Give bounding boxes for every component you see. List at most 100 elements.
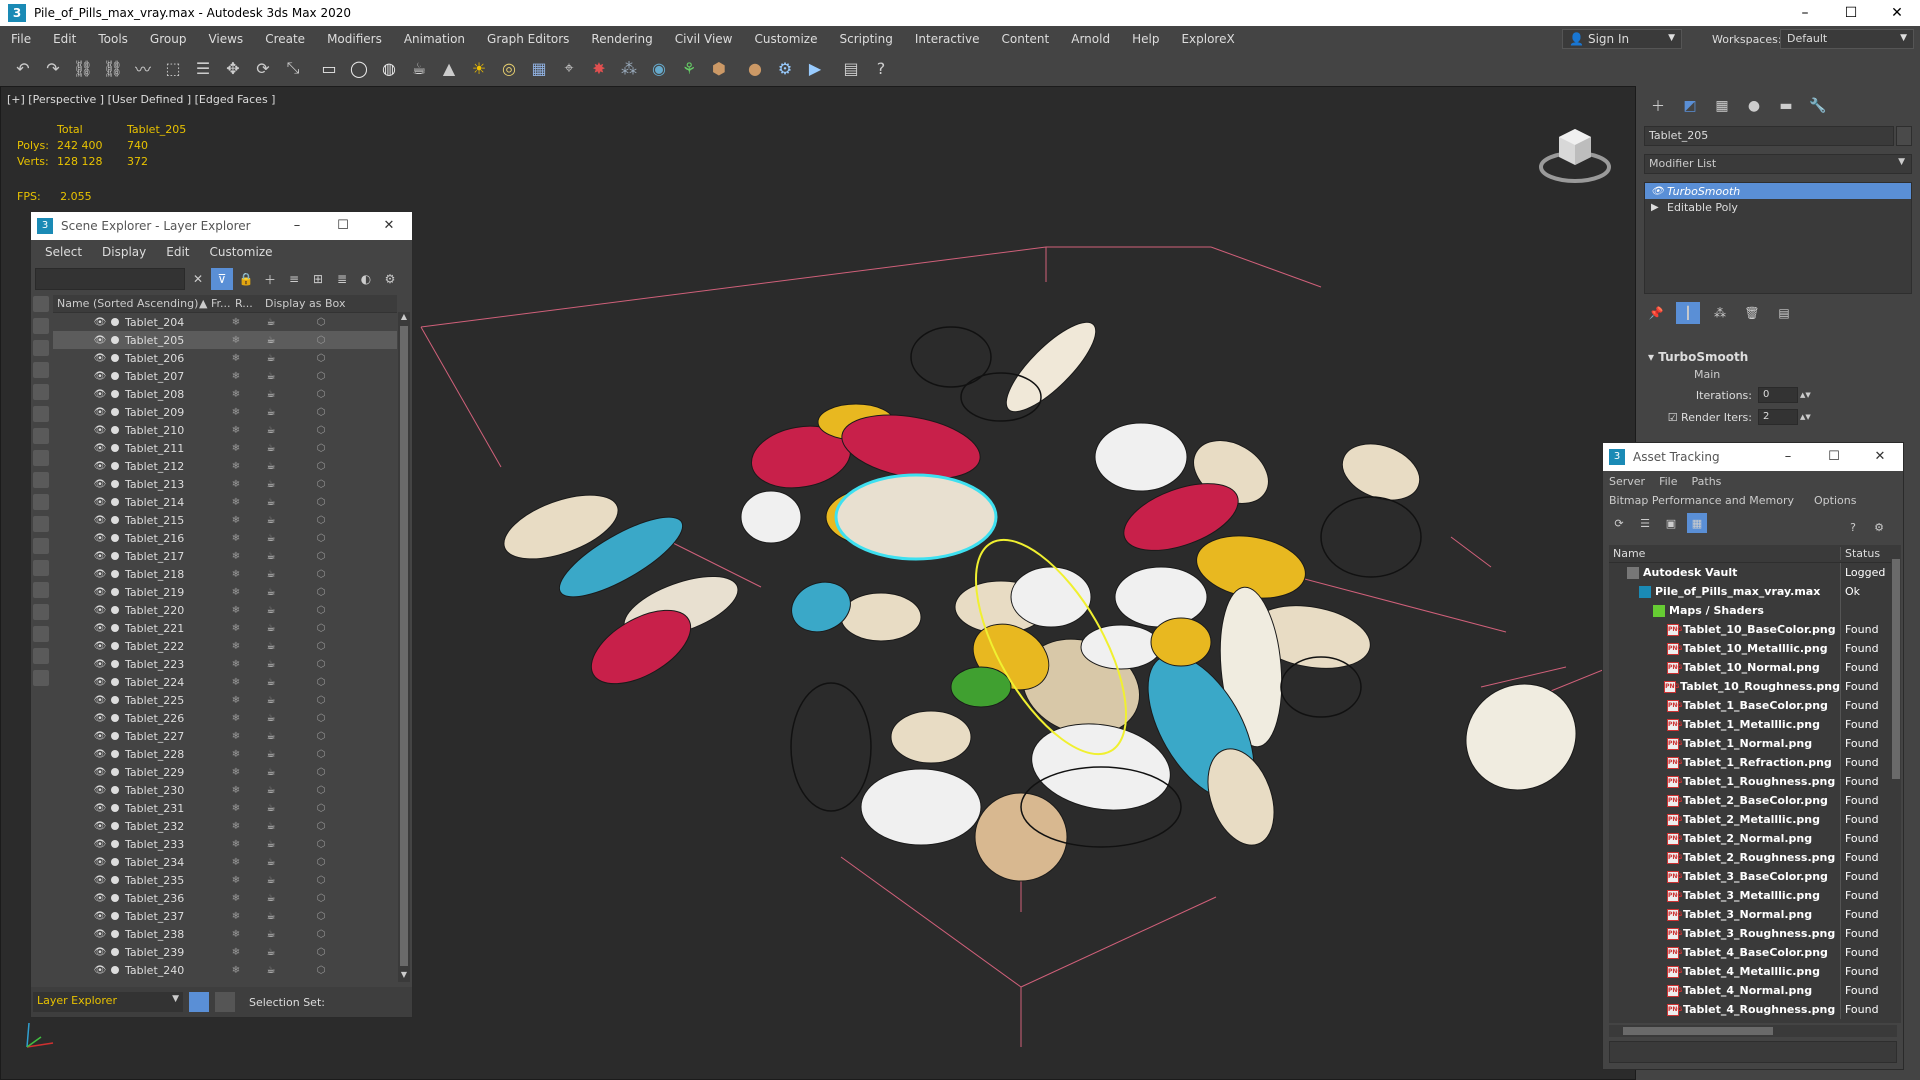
freeze-snowflake-icon[interactable]: ❄ <box>221 803 251 814</box>
sort-by-layer-icon[interactable] <box>189 992 209 1012</box>
menu-views[interactable]: Views <box>197 26 254 52</box>
visibility-eye-icon[interactable]: 👁 <box>93 713 107 724</box>
renderable-teapot-icon[interactable]: ☕ <box>251 911 291 922</box>
display-tab-icon[interactable]: ▬ <box>1774 96 1798 116</box>
cone-icon[interactable]: ▲ <box>436 55 462 81</box>
table-row[interactable]: 👁 Tablet_226 ❄ ☕ ⬡ <box>53 709 397 727</box>
display-as-box-icon[interactable]: ⬡ <box>291 335 351 346</box>
freeze-snowflake-icon[interactable]: ❄ <box>221 425 251 436</box>
maximize-button[interactable]: ☐ <box>320 212 366 240</box>
visibility-eye-icon[interactable]: 👁 <box>93 875 107 886</box>
visibility-eye-icon[interactable]: 👁 <box>93 767 107 778</box>
renderable-teapot-icon[interactable]: ☕ <box>251 497 291 508</box>
eye-icon[interactable]: 👁 <box>1651 186 1667 197</box>
help-icon[interactable]: ? <box>868 55 894 81</box>
freeze-snowflake-icon[interactable]: ❄ <box>221 929 251 940</box>
asset-tracking-titlebar[interactable]: 3 Asset Tracking – ☐ ✕ <box>1603 443 1903 471</box>
freeze-snowflake-icon[interactable]: ❄ <box>221 875 251 886</box>
light-bulb-icon[interactable] <box>111 912 119 920</box>
display-as-box-icon[interactable]: ⬡ <box>291 641 351 652</box>
display-lights-icon[interactable] <box>33 340 49 356</box>
spinner-arrows-icon[interactable]: ▲▼ <box>1800 413 1811 421</box>
display-cameras-icon[interactable] <box>33 362 49 378</box>
light-bulb-icon[interactable] <box>111 714 119 722</box>
table-row[interactable]: 👁 Tablet_222 ❄ ☕ ⬡ <box>53 637 397 655</box>
menu-interactive[interactable]: Interactive <box>904 26 991 52</box>
table-row[interactable]: 👁 Tablet_225 ❄ ☕ ⬡ <box>53 691 397 709</box>
pill-mesh[interactable] <box>840 592 922 642</box>
table-row[interactable]: 👁 Tablet_231 ❄ ☕ ⬡ <box>53 799 397 817</box>
freeze-snowflake-icon[interactable]: ❄ <box>221 551 251 562</box>
table-row[interactable]: PNG Tablet_10_BaseColor.png Found <box>1609 620 1897 639</box>
visibility-eye-icon[interactable]: 👁 <box>93 497 107 508</box>
rotate-icon[interactable]: ⟳ <box>250 55 276 81</box>
light-bulb-icon[interactable] <box>111 408 119 416</box>
freeze-snowflake-icon[interactable]: ❄ <box>221 623 251 634</box>
menu-arnold[interactable]: Arnold <box>1060 26 1121 52</box>
move-icon[interactable]: ✥ <box>220 55 246 81</box>
wireframe-pill[interactable] <box>910 326 992 388</box>
display-hidden-icon[interactable] <box>33 538 49 554</box>
renderable-teapot-icon[interactable]: ☕ <box>251 713 291 724</box>
maximize-button[interactable]: ☐ <box>1828 0 1874 26</box>
scroll-up-icon[interactable]: ▲ <box>398 312 410 324</box>
display-as-box-icon[interactable]: ⬡ <box>291 389 351 400</box>
table-row[interactable]: 👁 Tablet_240 ❄ ☕ ⬡ <box>53 961 397 979</box>
visibility-eye-icon[interactable]: 👁 <box>93 641 107 652</box>
table-row[interactable]: 👁 Tablet_214 ❄ ☕ ⬡ <box>53 493 397 511</box>
renderable-teapot-icon[interactable]: ☕ <box>251 407 291 418</box>
scene-explorer-titlebar[interactable]: 3 Scene Explorer - Layer Explorer – ☐ ✕ <box>31 212 412 240</box>
table-row[interactable]: 👁 Tablet_211 ❄ ☕ ⬡ <box>53 439 397 457</box>
table-row[interactable]: PNG Tablet_10_Roughness.png Found <box>1609 677 1897 696</box>
light-bulb-icon[interactable] <box>111 876 119 884</box>
bind-space-warp-icon[interactable]: 〰 <box>130 55 156 81</box>
freeze-snowflake-icon[interactable]: ❄ <box>221 767 251 778</box>
table-row[interactable]: PNG Tablet_4_Metalllic.png Found <box>1609 962 1897 981</box>
display-bones-icon[interactable] <box>33 472 49 488</box>
configure-modifier-sets-icon[interactable]: ▤ <box>1772 302 1796 324</box>
display-shapes-icon[interactable] <box>33 318 49 334</box>
visibility-eye-icon[interactable]: 👁 <box>93 533 107 544</box>
minimize-button[interactable]: – <box>1782 0 1828 26</box>
sign-in-dropdown[interactable]: 👤 Sign In ▼ <box>1562 29 1682 49</box>
light-bulb-icon[interactable] <box>111 354 119 362</box>
visibility-eye-icon[interactable]: 👁 <box>93 443 107 454</box>
light-bulb-icon[interactable] <box>111 804 119 812</box>
menu-create[interactable]: Create <box>254 26 316 52</box>
light-bulb-icon[interactable] <box>111 822 119 830</box>
renderable-teapot-icon[interactable]: ☕ <box>251 839 291 850</box>
table-row[interactable]: PNG Tablet_10_Metalllic.png Found <box>1609 639 1897 658</box>
table-row[interactable]: 👁 Tablet_205 ❄ ☕ ⬡ <box>53 331 397 349</box>
pill-mesh[interactable] <box>1335 434 1428 510</box>
redo-icon[interactable]: ↷ <box>40 55 66 81</box>
renderable-teapot-icon[interactable]: ☕ <box>251 605 291 616</box>
freeze-snowflake-icon[interactable]: ❄ <box>221 587 251 598</box>
table-row[interactable]: 👁 Tablet_235 ❄ ☕ ⬡ <box>53 871 397 889</box>
se-menu-customize[interactable]: Customize <box>210 245 273 259</box>
freeze-snowflake-icon[interactable]: ❄ <box>221 443 251 454</box>
visibility-eye-icon[interactable]: 👁 <box>93 911 107 922</box>
visibility-eye-icon[interactable]: 👁 <box>93 893 107 904</box>
particles-icon[interactable]: ⁂ <box>616 55 642 81</box>
make-unique-icon[interactable]: ⁂ <box>1708 302 1732 324</box>
renderable-teapot-icon[interactable]: ☕ <box>251 875 291 886</box>
display-as-box-icon[interactable]: ⬡ <box>291 767 351 778</box>
display-as-box-icon[interactable]: ⬡ <box>291 407 351 418</box>
sort-by-hierarchy-icon[interactable] <box>215 992 235 1012</box>
light-bulb-icon[interactable] <box>111 786 119 794</box>
display-as-box-icon[interactable]: ⬡ <box>291 371 351 382</box>
pill-mesh[interactable] <box>1080 624 1162 670</box>
visibility-eye-icon[interactable]: 👁 <box>93 425 107 436</box>
visibility-eye-icon[interactable]: 👁 <box>93 965 107 976</box>
menu-content[interactable]: Content <box>991 26 1061 52</box>
explorer-mode-dropdown[interactable]: Layer Explorer ▼ <box>33 992 183 1012</box>
sun-icon[interactable]: ☀ <box>466 55 492 81</box>
visibility-eye-icon[interactable]: 👁 <box>93 731 107 742</box>
shader-icon[interactable]: ◉ <box>646 55 672 81</box>
renderable-teapot-icon[interactable]: ☕ <box>251 641 291 652</box>
unlink-icon[interactable]: ⛓ <box>100 55 126 81</box>
table-row[interactable]: PNG Tablet_3_Metalllic.png Found <box>1609 886 1897 905</box>
display-geometry-icon[interactable] <box>33 296 49 312</box>
create-tab-icon[interactable]: ＋ <box>1646 96 1670 116</box>
at-menu-server[interactable]: Server <box>1609 475 1645 488</box>
